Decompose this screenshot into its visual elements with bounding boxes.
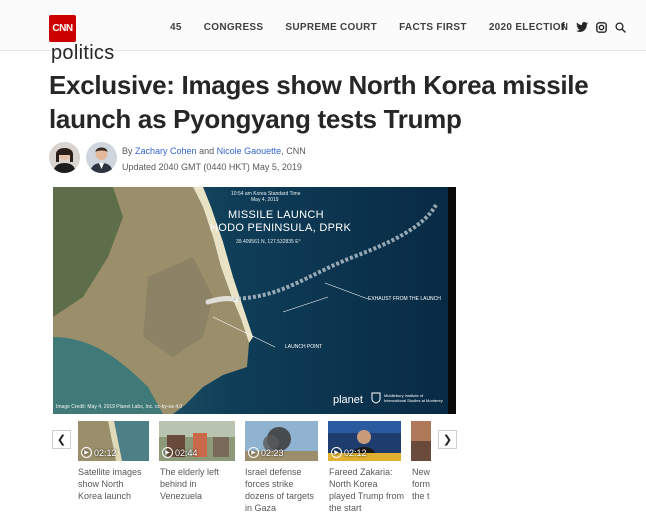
duration-text-3: 02:23: [261, 447, 284, 458]
video-caption-5[interactable]: New form the t: [412, 466, 432, 502]
cnn-logo[interactable]: CNN: [49, 15, 76, 42]
video-caption-2[interactable]: The elderly left behind in Venezuela: [160, 466, 236, 502]
author-link-zachary-cohen[interactable]: Zachary Cohen: [135, 146, 197, 156]
byline-by: By: [122, 146, 133, 156]
search-icon[interactable]: [614, 21, 626, 33]
instagram-icon[interactable]: [595, 21, 607, 33]
carousel-prev-button[interactable]: ❮: [52, 430, 71, 449]
nav-item-facts-first[interactable]: FACTS FIRST: [399, 22, 467, 33]
video-thumbnail-3[interactable]: ▶ 02:23: [245, 421, 318, 461]
video-caption-3[interactable]: Israel defense forces strike dozens of t…: [245, 466, 321, 514]
author-avatar-zachary-cohen[interactable]: [49, 142, 80, 173]
hero-coordinates: 39.409561 N, 127.532835 E°: [236, 239, 301, 245]
play-icon: ▶: [248, 447, 259, 458]
author-link-nicole-gaouette[interactable]: Nicole Gaouette: [217, 146, 282, 156]
image-credit: Image Credit: May 4, 2019 Planet Labs, I…: [56, 404, 183, 410]
play-icon: ▶: [81, 447, 92, 458]
main-nav: 45 CONGRESS SUPREME COURT FACTS FIRST 20…: [170, 22, 590, 33]
video-duration-2: ▶ 02:44: [162, 447, 198, 458]
section-label[interactable]: politics: [51, 42, 115, 65]
byline-and: and: [199, 146, 215, 156]
facebook-icon[interactable]: f: [557, 21, 569, 33]
video-thumbnail-2[interactable]: ▶ 02:44: [159, 421, 235, 461]
duration-text-1: 02:12: [94, 447, 117, 458]
video-caption-1[interactable]: Satellite images show North Korea launch: [78, 466, 150, 502]
exhaust-annotation: EXHAUST FROM THE LAUNCH: [368, 296, 441, 302]
video-thumbnail-4[interactable]: ▶ 02:12: [328, 421, 401, 461]
video-caption-4[interactable]: Fareed Zakaria: North Korea played Trump…: [329, 466, 405, 514]
hero-title-line2: HODO PENINSULA, DPRK: [210, 222, 352, 234]
carousel-next-button[interactable]: ❯: [438, 430, 457, 449]
middlebury-logo: Middlebury Institute of International St…: [371, 392, 443, 404]
play-icon: ▶: [331, 447, 342, 458]
launch-point-annotation: LAUNCH POINT: [285, 344, 323, 350]
duration-text-4: 02:12: [344, 447, 367, 458]
social-links: f: [557, 21, 626, 33]
nav-item-congress[interactable]: CONGRESS: [204, 22, 264, 33]
video-duration-4: ▶ 02:12: [331, 447, 367, 458]
twitter-icon[interactable]: [576, 21, 588, 33]
article-headline: Exclusive: Images show North Korea missi…: [49, 70, 589, 134]
byline-outlet: , CNN: [281, 146, 306, 156]
middlebury-line2: International Studies at Monterey: [384, 398, 443, 403]
video-duration-1: ▶ 02:12: [81, 447, 117, 458]
video-thumbnail-5[interactable]: [411, 421, 431, 461]
nav-item-supreme-court[interactable]: SUPREME COURT: [285, 22, 377, 33]
video-duration-3: ▶ 02:23: [248, 447, 284, 458]
video-thumbnail-1[interactable]: ▶ 02:12: [78, 421, 149, 461]
hero-title-line1: MISSILE LAUNCH: [228, 209, 324, 221]
duration-text-2: 02:44: [175, 447, 198, 458]
updated-timestamp: Updated 2040 GMT (0440 HKT) May 5, 2019: [122, 162, 302, 172]
planet-logo: planet: [333, 394, 363, 406]
byline: By Zachary Cohen and Nicole Gaouette, CN…: [122, 146, 306, 156]
nav-item-45[interactable]: 45: [170, 22, 182, 33]
play-icon: ▶: [162, 447, 173, 458]
hero-date-label: May 4, 2019: [251, 197, 279, 203]
hero-satellite-image[interactable]: 10:54 am Korea Standard Time May 4, 2019…: [53, 187, 456, 414]
author-avatar-nicole-gaouette[interactable]: [86, 142, 117, 173]
